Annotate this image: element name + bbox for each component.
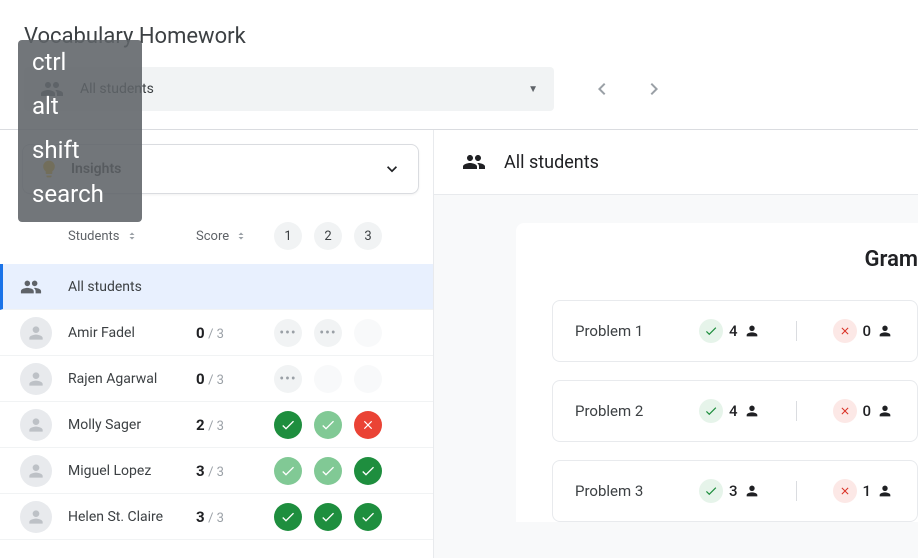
status-icons: ••• •••	[274, 319, 382, 347]
column-score[interactable]: Score	[196, 229, 274, 244]
student-name: Amir Fadel	[68, 325, 196, 341]
column-score-label: Score	[196, 229, 229, 244]
problem-row[interactable]: Problem 2 4 0	[552, 380, 918, 442]
status-correct-light-icon	[274, 457, 302, 485]
right-panel: All students Gram Problem 1 4 0 Problem 2 4 0…	[434, 130, 918, 558]
status-correct-icon	[274, 411, 302, 439]
stat-divider	[796, 321, 797, 341]
right-panel-header: All students	[434, 130, 918, 195]
card-title: Gram	[552, 247, 918, 272]
problem-num-2[interactable]: 2	[314, 222, 342, 250]
problem-num-3[interactable]: 3	[354, 222, 382, 250]
sort-icon	[126, 230, 138, 242]
person-icon	[744, 403, 760, 419]
prev-arrow-icon[interactable]	[590, 77, 614, 101]
kb-shift: shift	[32, 136, 128, 164]
status-correct-icon	[354, 503, 382, 531]
sort-icon	[235, 230, 247, 242]
person-icon	[744, 483, 760, 499]
student-score: 3 / 3	[196, 462, 274, 480]
x-icon	[833, 479, 857, 503]
people-icon	[20, 276, 42, 298]
x-icon	[833, 399, 857, 423]
nav-arrows	[590, 77, 666, 101]
status-icons	[274, 457, 382, 485]
avatar	[20, 501, 52, 533]
status-pending-icon: •••	[274, 319, 302, 347]
status-correct-icon	[354, 457, 382, 485]
x-icon	[833, 319, 857, 343]
problem-row[interactable]: Problem 3 3 1	[552, 460, 918, 522]
problem-label: Problem 3	[575, 482, 675, 500]
kb-ctrl: ctrl	[32, 48, 128, 76]
person-icon	[744, 323, 760, 339]
student-name: All students	[68, 279, 196, 295]
status-empty-icon	[314, 365, 342, 393]
wrong-stat: 1	[833, 479, 894, 503]
student-name: Molly Sager	[68, 417, 196, 433]
status-empty-icon	[354, 365, 382, 393]
next-arrow-icon[interactable]	[642, 77, 666, 101]
avatar	[20, 317, 52, 349]
check-icon	[699, 319, 723, 343]
wrong-stat: 0	[833, 319, 894, 343]
correct-stat: 4	[699, 399, 760, 423]
stat-divider	[796, 401, 797, 421]
status-correct-icon	[314, 503, 342, 531]
kb-alt: alt	[32, 92, 128, 120]
status-empty-icon	[354, 319, 382, 347]
dropdown-arrow-icon: ▼	[528, 84, 538, 95]
student-row[interactable]: Rajen Agarwal0 / 3•••	[0, 356, 433, 402]
student-name: Miguel Lopez	[68, 463, 196, 479]
column-students-label: Students	[68, 229, 120, 244]
student-row[interactable]: Miguel Lopez3 / 3	[0, 448, 433, 494]
keyboard-overlay: ctrl alt shift search	[18, 40, 142, 222]
person-icon	[877, 323, 893, 339]
student-row[interactable]: Helen St. Claire3 / 3	[0, 494, 433, 540]
stat-divider	[796, 481, 797, 501]
problem-label: Problem 2	[575, 402, 675, 420]
check-icon	[699, 479, 723, 503]
status-icons	[274, 503, 382, 531]
chevron-down-icon	[382, 159, 402, 179]
status-correct-light-icon	[314, 411, 342, 439]
status-icons	[274, 411, 382, 439]
person-icon	[877, 483, 893, 499]
student-row[interactable]: Molly Sager2 / 3	[0, 402, 433, 448]
status-wrong-icon	[354, 411, 382, 439]
student-row[interactable]: Amir Fadel0 / 3••••••	[0, 310, 433, 356]
student-row[interactable]: All students	[0, 264, 433, 310]
student-score: 2 / 3	[196, 416, 274, 434]
problems-card: Gram Problem 1 4 0 Problem 2 4 0 Problem 3 3 1	[516, 223, 918, 522]
problem-number-header: 1 2 3	[274, 222, 382, 250]
student-score: 0 / 3	[196, 370, 274, 388]
status-pending-icon: •••	[314, 319, 342, 347]
right-header-title: All students	[504, 152, 599, 173]
student-score: 3 / 3	[196, 508, 274, 526]
status-pending-icon: •••	[274, 365, 302, 393]
people-icon	[462, 150, 486, 174]
avatar	[20, 409, 52, 441]
student-name: Rajen Agarwal	[68, 371, 196, 387]
avatar	[20, 455, 52, 487]
status-correct-icon	[274, 503, 302, 531]
correct-stat: 4	[699, 319, 760, 343]
avatar	[20, 363, 52, 395]
student-score: 0 / 3	[196, 324, 274, 342]
check-icon	[699, 399, 723, 423]
kb-search: search	[32, 180, 128, 208]
student-selector-label: All students	[80, 81, 512, 97]
problem-row[interactable]: Problem 1 4 0	[552, 300, 918, 362]
problem-label: Problem 1	[575, 322, 675, 340]
status-correct-light-icon	[314, 457, 342, 485]
person-icon	[877, 403, 893, 419]
status-icons: •••	[274, 365, 382, 393]
column-students[interactable]: Students	[68, 229, 196, 244]
correct-stat: 3	[699, 479, 760, 503]
wrong-stat: 0	[833, 399, 894, 423]
problem-num-1[interactable]: 1	[274, 222, 302, 250]
student-name: Helen St. Claire	[68, 509, 196, 525]
